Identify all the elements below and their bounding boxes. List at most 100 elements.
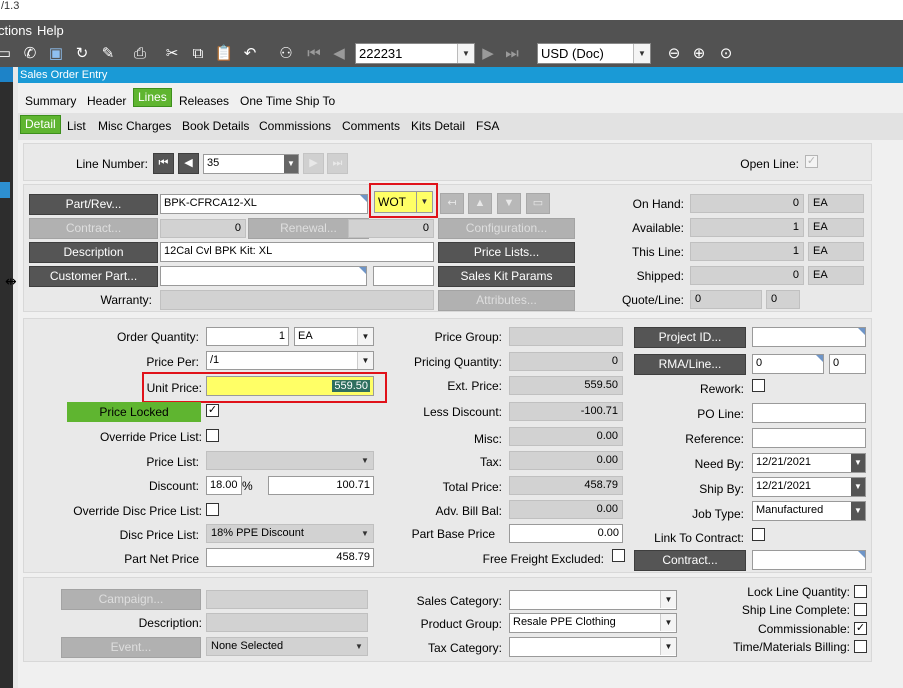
cut-icon[interactable]: ✂ [162, 44, 182, 64]
revision-field[interactable]: WOT ▼ [374, 191, 433, 213]
ship-by-field[interactable]: 12/21/2021 ▼ [752, 477, 866, 497]
description-field[interactable]: 12Cal Cvl BPK Kit: XL [160, 242, 434, 262]
chevron-down-icon[interactable]: ▼ [633, 44, 650, 63]
back-arrow-icon[interactable]: ⊖ [664, 44, 684, 64]
project-id-field[interactable] [752, 327, 866, 347]
customer-part-field[interactable] [160, 266, 367, 286]
part-number-field[interactable]: BPK-CFRCA12-XL [160, 194, 368, 214]
calendar-dropdown-icon[interactable]: ▼ [851, 454, 865, 472]
rma-line-field[interactable]: 0 [829, 354, 866, 374]
move-up-icon[interactable]: ▲ [468, 193, 492, 214]
tab-header[interactable]: Header [87, 92, 126, 110]
time-materials-billing-checkbox[interactable] [854, 640, 867, 653]
print-icon[interactable]: ⎙ [130, 44, 150, 64]
next-record-icon[interactable]: ▶ [478, 44, 498, 64]
calendar-dropdown-icon[interactable]: ▼ [851, 478, 865, 496]
first-record-icon[interactable]: ⏮ [304, 44, 324, 64]
need-by-field[interactable]: 12/21/2021 ▼ [752, 453, 866, 473]
home-icon[interactable]: ⊙ [716, 44, 736, 64]
chevron-down-icon[interactable]: ▼ [357, 328, 373, 345]
tab-releases[interactable]: Releases [179, 92, 229, 110]
first-line-button[interactable]: ⏮ [153, 153, 174, 174]
clear-icon[interactable]: ✎ [98, 44, 118, 64]
sales-kit-params-button[interactable]: Sales Kit Params [438, 266, 575, 287]
last-record-icon[interactable]: ⏭ [502, 44, 522, 64]
menu-item-help[interactable]: Help [37, 20, 64, 41]
part-image-icon[interactable]: ▭ [526, 193, 550, 214]
override-price-list-checkbox[interactable] [206, 429, 219, 442]
last-line-button[interactable]: ⏭ [327, 153, 348, 174]
phone-icon[interactable]: ✆ [20, 44, 40, 64]
customer-part-button[interactable]: Customer Part... [29, 266, 158, 287]
rework-checkbox[interactable] [752, 379, 765, 392]
event-button[interactable]: Event... [61, 637, 201, 658]
description-button[interactable]: Description [29, 242, 158, 263]
subtab-comments[interactable]: Comments [342, 117, 400, 135]
part-rev-button[interactable]: Part/Rev... [29, 194, 158, 215]
currency-selector[interactable]: USD (Doc) ▼ [537, 43, 651, 64]
chevron-down-icon[interactable]: ▼ [357, 525, 373, 542]
subtab-kits-detail[interactable]: Kits Detail [411, 117, 465, 135]
previous-line-button[interactable]: ◀ [178, 153, 199, 174]
price-list-select[interactable]: ▼ [206, 451, 374, 470]
next-line-button[interactable]: ▶ [303, 153, 324, 174]
chevron-down-icon[interactable]: ▼ [457, 44, 474, 63]
tab-lines[interactable]: Lines [133, 88, 172, 107]
tax-category-select[interactable]: ▼ [509, 637, 677, 657]
project-id-button[interactable]: Project ID... [634, 327, 746, 348]
price-per-select[interactable]: /1 ▼ [206, 351, 374, 370]
free-freight-excluded-checkbox[interactable] [612, 549, 625, 562]
chevron-down-icon[interactable]: ▼ [357, 352, 373, 369]
discount-amount-field[interactable]: 100.71 [268, 476, 374, 495]
part-base-price-field[interactable]: 0.00 [509, 524, 623, 543]
previous-record-icon[interactable]: ◀ [329, 44, 349, 64]
forward-arrow-icon[interactable]: ⊕ [689, 44, 709, 64]
order-quantity-field[interactable]: 1 [206, 327, 289, 346]
event-select[interactable]: None Selected ▼ [206, 637, 368, 656]
job-type-select[interactable]: Manufactured ▼ [752, 501, 866, 521]
record-selector[interactable]: 222231 ▼ [355, 43, 475, 64]
attributes-button[interactable]: Attributes... [438, 290, 575, 311]
subtab-fsa[interactable]: FSA [476, 117, 499, 135]
undo-icon[interactable]: ↶ [240, 44, 260, 64]
subtab-misc-charges[interactable]: Misc Charges [98, 117, 171, 135]
disc-price-list-select[interactable]: 18% PPE Discount ▼ [206, 524, 374, 543]
nav-pin[interactable] [0, 67, 13, 82]
move-down-icon[interactable]: ▼ [497, 193, 521, 214]
po-line-field[interactable] [752, 403, 866, 423]
rma-field[interactable]: 0 [752, 354, 824, 374]
subtab-commissions[interactable]: Commissions [259, 117, 331, 135]
campaign-button[interactable]: Campaign... [61, 589, 201, 610]
price-lists-button[interactable]: Price Lists... [438, 242, 575, 263]
order-uom-select[interactable]: EA ▼ [294, 327, 374, 346]
line-contract-field[interactable] [752, 550, 866, 570]
paste-icon[interactable]: 📋 [214, 44, 234, 64]
undo-part-icon[interactable]: ↤ [440, 193, 464, 214]
rma-line-button[interactable]: RMA/Line... [634, 354, 746, 375]
sales-category-select[interactable]: ▼ [509, 590, 677, 610]
line-number-field[interactable]: 35 ▼ [203, 154, 299, 174]
chevron-down-icon[interactable]: ▼ [851, 502, 865, 520]
part-net-price-field[interactable]: 458.79 [206, 548, 374, 567]
commissionable-checkbox[interactable]: ✓ [854, 622, 867, 635]
chevron-down-icon[interactable]: ▼ [357, 452, 373, 469]
discount-percent-field[interactable]: 18.00 [206, 476, 242, 495]
chevron-down-icon[interactable]: ▼ [416, 192, 432, 212]
subtab-book-details[interactable]: Book Details [182, 117, 249, 135]
menu-item-actions[interactable]: ctions [0, 20, 32, 41]
link-to-contract-checkbox[interactable] [752, 528, 765, 541]
reference-field[interactable] [752, 428, 866, 448]
subtab-detail[interactable]: Detail [20, 115, 61, 134]
new-icon[interactable]: ▭ [0, 44, 14, 64]
subtab-list[interactable]: List [67, 117, 86, 135]
product-group-select[interactable]: Resale PPE Clothing ▼ [509, 613, 677, 633]
line-contract-button[interactable]: Contract... [634, 550, 746, 571]
tab-summary[interactable]: Summary [25, 92, 76, 110]
refresh-icon[interactable]: ↻ [72, 44, 92, 64]
copy-icon[interactable]: ⧉ [188, 44, 208, 64]
resize-handle-icon[interactable]: ⇹ [5, 273, 17, 289]
search-binoculars-icon[interactable]: ⚇ [276, 44, 296, 64]
lock-line-quantity-checkbox[interactable] [854, 585, 867, 598]
chevron-down-icon[interactable]: ▼ [284, 155, 298, 173]
customer-part-rev-field[interactable] [373, 266, 434, 286]
